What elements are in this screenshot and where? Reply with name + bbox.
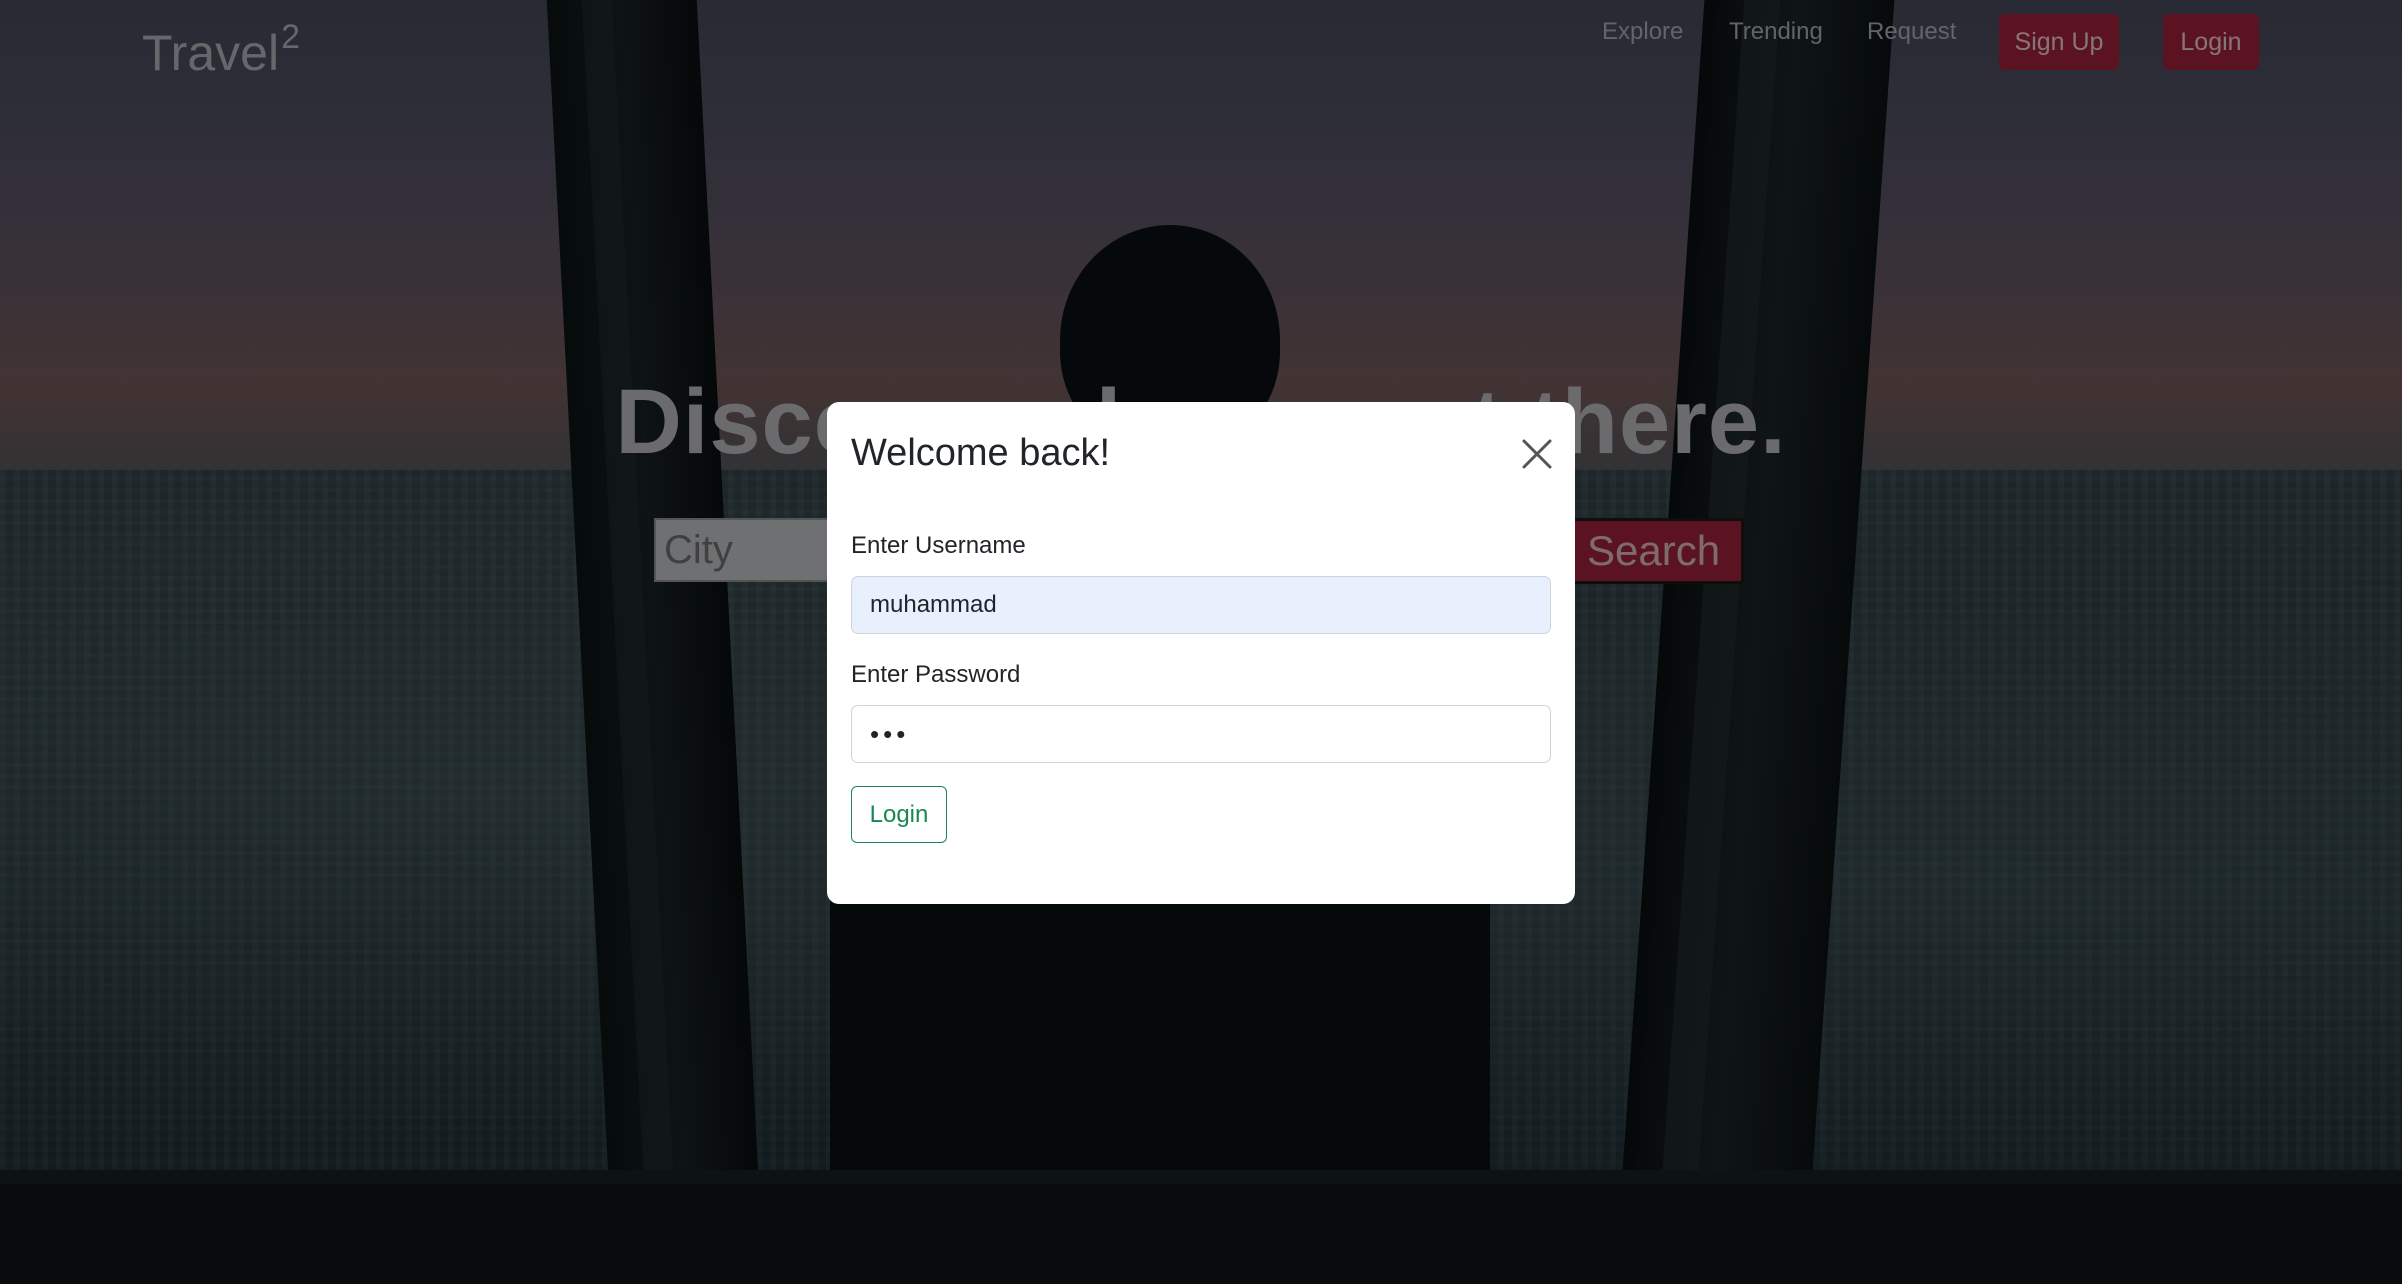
- username-field[interactable]: [851, 576, 1551, 634]
- password-field[interactable]: [851, 705, 1551, 763]
- page: Travel2 Explore Trending Request Sign Up…: [0, 0, 2402, 1284]
- username-label: Enter Username: [851, 532, 1026, 559]
- login-submit-button[interactable]: Login: [851, 786, 947, 843]
- close-icon[interactable]: [1519, 436, 1555, 472]
- password-label: Enter Password: [851, 661, 1021, 688]
- modal-title: Welcome back!: [851, 432, 1111, 474]
- login-modal: Welcome back! Enter Username Enter Passw…: [827, 402, 1575, 904]
